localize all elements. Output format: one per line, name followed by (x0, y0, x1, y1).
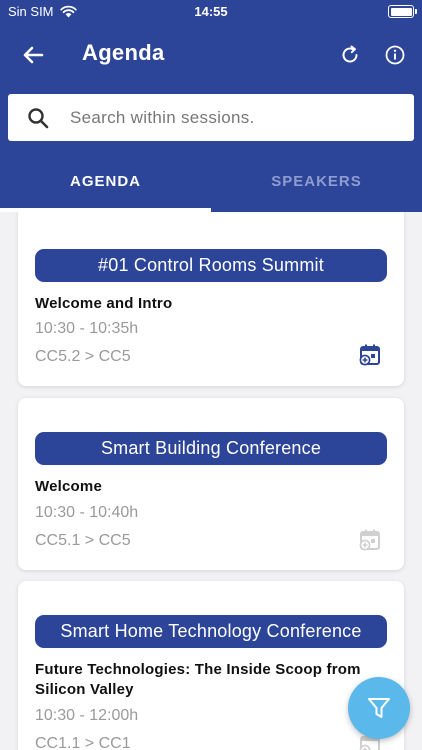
filter-button[interactable] (348, 677, 410, 739)
session-time: 10:30 - 12:00h (35, 707, 139, 724)
session-card[interactable]: Smart Building Conference Welcome 10:30 … (18, 398, 404, 570)
track-badge: Smart Home Technology Conference (35, 615, 387, 648)
session-room: CC1.1 > CC1 (35, 735, 131, 750)
tab-speakers[interactable]: SPEAKERS (211, 150, 422, 212)
battery-icon (388, 5, 417, 18)
tab-agenda[interactable]: AGENDA (0, 150, 211, 212)
info-icon (385, 45, 405, 65)
app-header: Sin SIM 14:55 Agenda Search within sessi… (0, 0, 422, 212)
session-card[interactable]: #01 Control Rooms Summit Welcome and Int… (18, 212, 404, 386)
session-title: Future Technologies: The Inside Scoop fr… (35, 661, 361, 698)
track-badge: Smart Building Conference (35, 432, 387, 465)
filter-icon (368, 698, 390, 718)
session-list[interactable]: #01 Control Rooms Summit Welcome and Int… (0, 212, 422, 750)
session-card[interactable]: Smart Home Technology Conference Future … (18, 581, 404, 750)
page-title: Agenda (82, 40, 165, 65)
add-to-calendar-button[interactable] (358, 343, 382, 367)
search-bar (8, 94, 414, 141)
status-bar: Sin SIM 14:55 (0, 0, 422, 24)
session-room: CC5.1 > CC5 (35, 532, 131, 549)
calendar-add-icon (359, 529, 380, 551)
refresh-icon (342, 45, 358, 63)
session-time: 10:30 - 10:40h (35, 504, 139, 521)
track-badge: #01 Control Rooms Summit (35, 249, 387, 282)
session-title: Welcome (35, 478, 102, 495)
search-input[interactable] (70, 94, 400, 141)
arrow-left-icon (23, 46, 44, 64)
add-to-calendar-button[interactable] (358, 528, 382, 552)
search-icon (28, 108, 49, 129)
back-button[interactable] (18, 40, 48, 70)
session-time: 10:30 - 10:35h (35, 320, 139, 337)
session-title: Welcome and Intro (35, 295, 173, 312)
refresh-button[interactable] (337, 42, 363, 68)
session-room: CC5.2 > CC5 (35, 348, 131, 365)
status-time: 14:55 (194, 4, 228, 19)
calendar-add-icon (359, 344, 380, 366)
nav-bar: Agenda (0, 30, 422, 80)
tab-bar: AGENDA SPEAKERS (0, 150, 422, 212)
info-button[interactable] (382, 42, 408, 68)
